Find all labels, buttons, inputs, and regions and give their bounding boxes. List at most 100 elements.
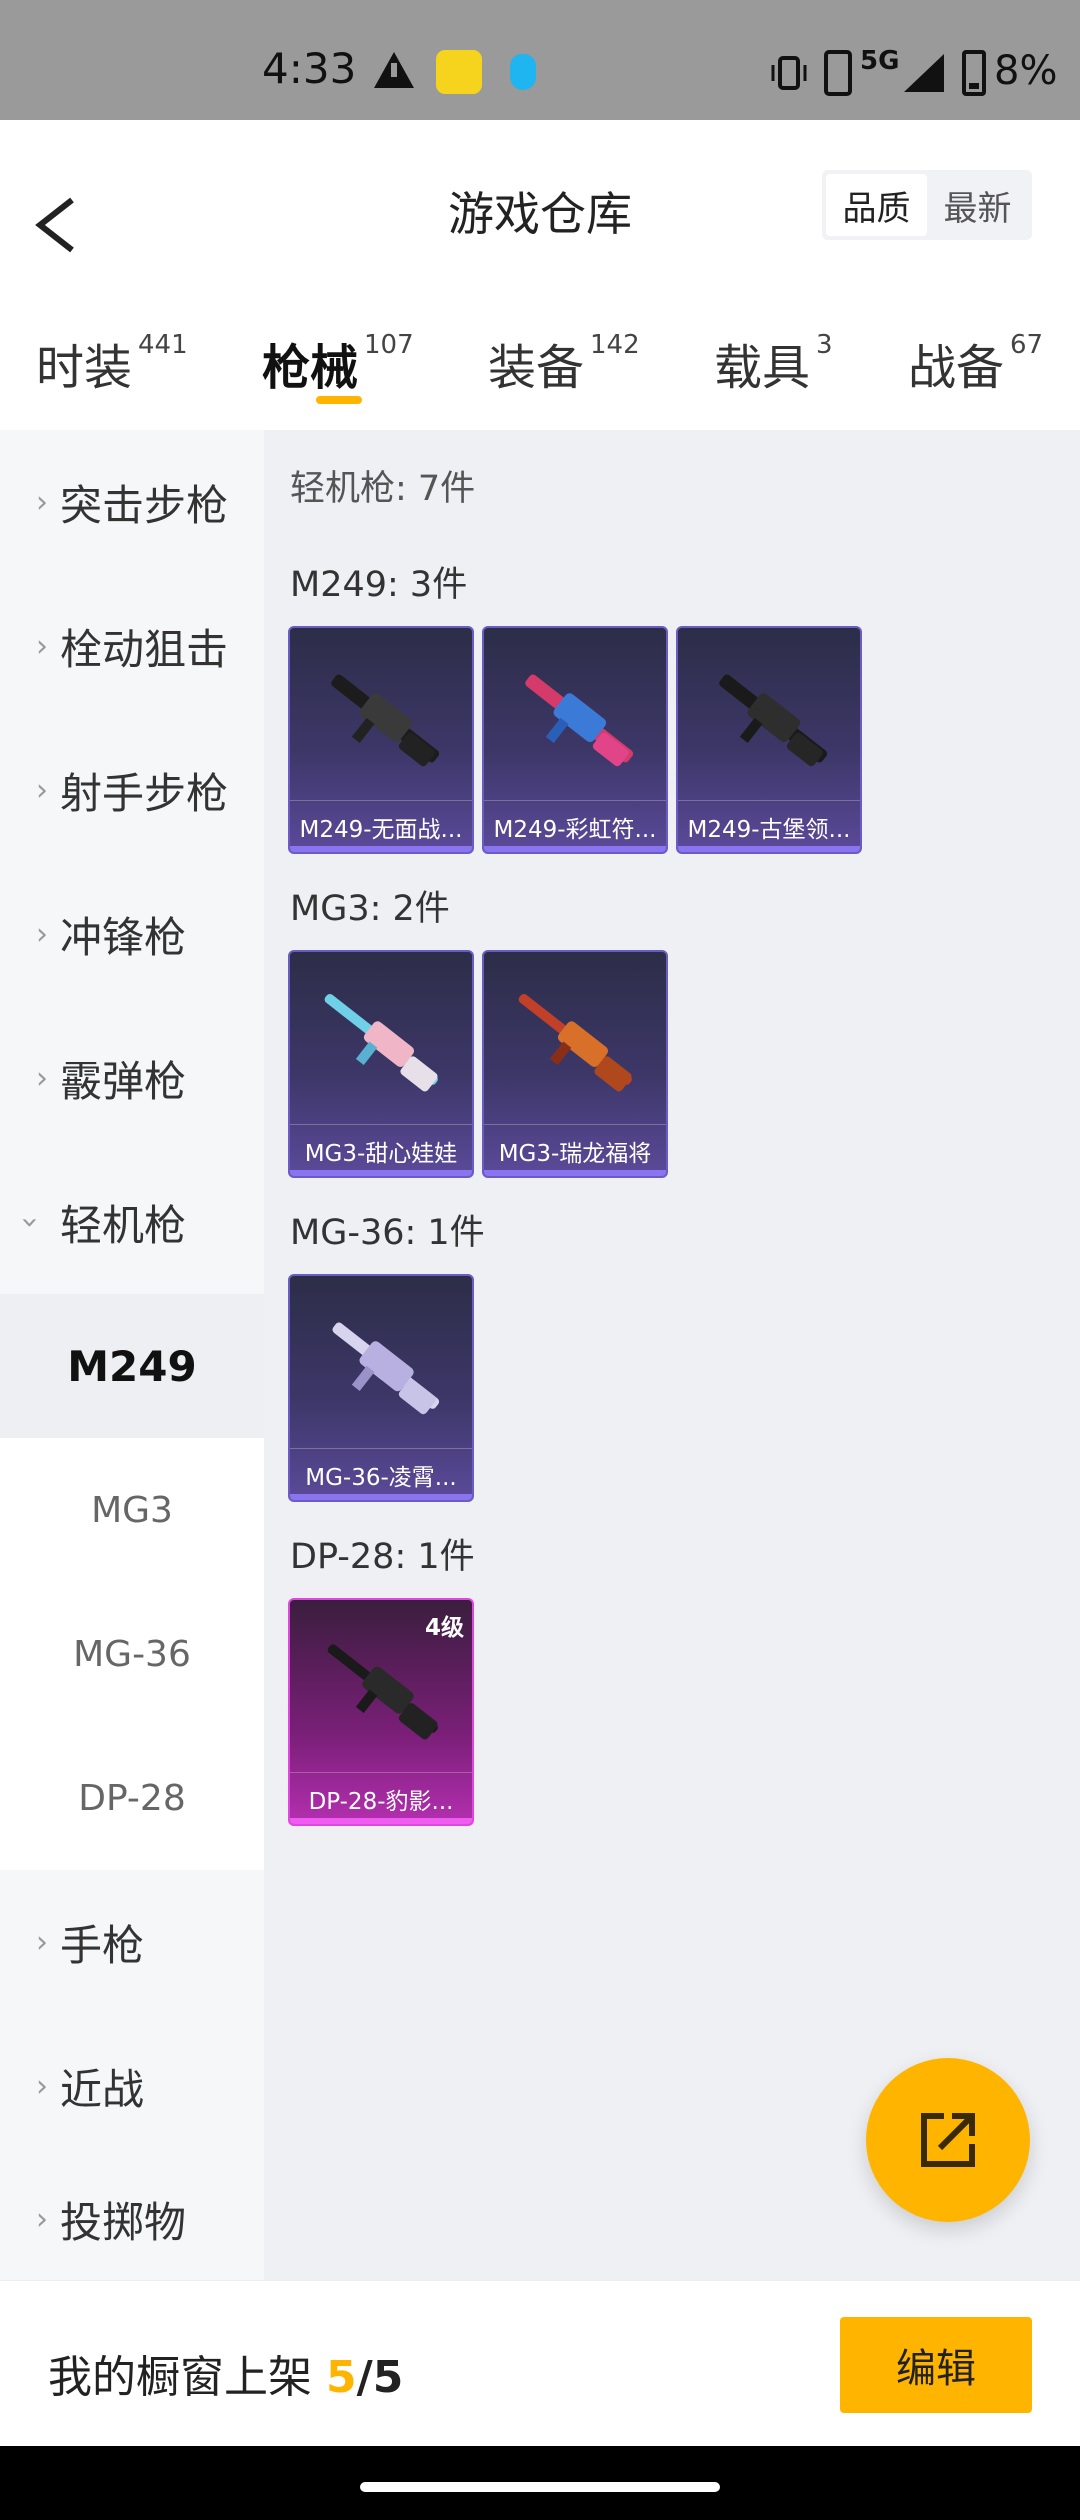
sidebar-item-label: 霰弹枪: [60, 1056, 187, 1106]
tab-count: 3: [816, 330, 833, 360]
sidebar-subitem-dp28[interactable]: DP-28: [0, 1726, 264, 1870]
status-time: 4:33: [262, 44, 357, 93]
item-card[interactable]: M249-彩虹符...: [482, 626, 668, 854]
sidebar: › 突击步枪 › 栓动狙击 › 射手步枪 › 冲锋枪 › 霰弹枪 › 轻机枪 M249 MG…: [0, 430, 264, 2280]
item-card[interactable]: M249-无面战...: [288, 626, 474, 854]
sidebar-item-label: 手枪: [60, 1920, 145, 1970]
group-title-m249: M249: 3件: [290, 565, 468, 605]
tab-label: 载具: [714, 340, 811, 396]
tab-count: 441: [138, 330, 188, 360]
sidebar-item-marksman-rifle[interactable]: › 射手步枪: [0, 718, 264, 862]
category-tabs: 时装 441 枪械 107 装备 142 载具 3 战备 67: [0, 290, 1080, 430]
sidebar-item-label: 投掷物: [60, 2197, 187, 2247]
rarity-bar: [678, 846, 860, 852]
signal-icon: [904, 54, 944, 92]
tab-equipment[interactable]: 装备 142: [488, 328, 640, 398]
sidebar-item-melee[interactable]: › 近战: [0, 2014, 264, 2158]
rarity-bar: [290, 846, 472, 852]
sidebar-subitem-m249[interactable]: M249: [0, 1294, 264, 1438]
chevron-right-icon: ›: [36, 2201, 48, 2237]
item-name: M249-彩虹符...: [484, 800, 666, 852]
sidebar-subitem-mg36[interactable]: MG-36: [0, 1582, 264, 1726]
edit-button[interactable]: 编辑: [840, 2317, 1032, 2413]
share-button[interactable]: [866, 2058, 1030, 2222]
sidebar-item-bolt-sniper[interactable]: › 栓动狙击: [0, 574, 264, 718]
tab-fashion[interactable]: 时装 441: [36, 328, 188, 398]
item-name: M249-无面战...: [290, 800, 472, 852]
battery-percent: 8%: [994, 48, 1058, 94]
sidebar-subitem-mg3[interactable]: MG3: [0, 1438, 264, 1582]
sidebar-item-pistol[interactable]: › 手枪: [0, 1870, 264, 2014]
chevron-down-icon: ›: [12, 1216, 48, 1228]
item-card[interactable]: MG3-甜心娃娃: [288, 950, 474, 1178]
sort-quality-button[interactable]: 品质: [826, 174, 927, 236]
tab-supplies[interactable]: 战备 67: [908, 328, 1043, 398]
showcase-bar: 我的橱窗上架 5/5 编辑: [0, 2280, 1080, 2446]
item-card[interactable]: M249-古堡领...: [676, 626, 862, 854]
chevron-right-icon: ›: [36, 1060, 48, 1096]
tab-label: 战备: [908, 340, 1005, 396]
group-title-dp28: DP-28: 1件: [290, 1537, 475, 1577]
battery-icon: [962, 50, 986, 96]
vibrate-icon: [771, 56, 807, 90]
app-notification-icon: [436, 50, 482, 94]
machine-gun-icon: [331, 674, 440, 767]
header: 游戏仓库 品质 最新: [0, 120, 1080, 290]
item-card[interactable]: MG-36-凌霄...: [288, 1274, 474, 1502]
sidebar-item-smg[interactable]: › 冲锋枪: [0, 862, 264, 1006]
sidebar-item-label: 栓动狙击: [60, 624, 229, 674]
sidebar-item-throwables[interactable]: › 投掷物: [0, 2158, 264, 2280]
item-grid: 轻机枪: 7件 M249: 3件 M249-无面战... M249-彩虹符...…: [264, 430, 1080, 2280]
home-gesture-handle[interactable]: [360, 2482, 720, 2492]
machine-gun-icon: [719, 674, 828, 767]
status-bar: 4:33 5G 8%: [0, 0, 1080, 120]
chevron-right-icon: ›: [36, 2068, 48, 2104]
rarity-bar: [484, 846, 666, 852]
system-nav-bar: [0, 2446, 1080, 2520]
item-name: MG3-瑞龙福将: [484, 1124, 666, 1176]
qq-notification-icon: [510, 54, 536, 90]
showcase-total: /5: [356, 2352, 404, 2403]
sidebar-item-label: 近战: [60, 2064, 145, 2114]
chevron-right-icon: ›: [36, 628, 48, 664]
tab-count: 107: [364, 330, 414, 360]
tab-label: 时装: [36, 340, 133, 396]
chevron-right-icon: ›: [36, 772, 48, 808]
rarity-bar: [484, 1170, 666, 1176]
active-tab-indicator: [316, 396, 362, 404]
tab-count: 67: [1010, 330, 1044, 360]
section-total: 轻机枪: 7件: [290, 469, 476, 509]
sort-toggle: 品质 最新: [822, 170, 1032, 240]
tab-label: 枪械: [262, 340, 359, 396]
sidebar-item-assault-rifle[interactable]: › 突击步枪: [0, 430, 264, 574]
item-name: M249-古堡领...: [678, 800, 860, 852]
rarity-bar: [290, 1170, 472, 1176]
machine-gun-icon: [518, 993, 632, 1092]
chevron-right-icon: ›: [36, 1924, 48, 1960]
tab-firearms[interactable]: 枪械 107: [262, 328, 414, 398]
item-name: MG3-甜心娃娃: [290, 1124, 472, 1176]
sort-newest-button[interactable]: 最新: [927, 174, 1028, 236]
machine-gun-icon: [525, 674, 634, 767]
sidebar-item-label: 突击步枪: [60, 480, 229, 530]
sidebar-item-lmg[interactable]: › 轻机枪: [0, 1150, 264, 1294]
chevron-right-icon: ›: [36, 484, 48, 520]
item-card[interactable]: 4级 DP-28-豹影...: [288, 1598, 474, 1826]
sidebar-item-label: 射手步枪: [60, 768, 229, 818]
warning-icon: [374, 52, 414, 88]
machine-gun-icon: [327, 1644, 438, 1740]
rarity-bar: [290, 1818, 472, 1824]
sidebar-item-label: 轻机枪: [60, 1200, 187, 1250]
tab-label: 装备: [488, 340, 585, 396]
item-name: DP-28-豹影...: [290, 1772, 472, 1824]
sim-icon: [824, 50, 852, 96]
item-card[interactable]: MG3-瑞龙福将: [482, 950, 668, 1178]
tab-vehicles[interactable]: 载具 3: [714, 328, 833, 398]
group-title-mg36: MG-36: 1件: [290, 1213, 485, 1253]
rarity-bar: [290, 1494, 472, 1500]
network-type: 5G: [860, 46, 900, 76]
group-title-mg3: MG3: 2件: [290, 889, 450, 929]
showcase-count: 5: [326, 2352, 357, 2403]
share-external-icon: [921, 2113, 975, 2167]
sidebar-item-shotgun[interactable]: › 霰弹枪: [0, 1006, 264, 1150]
